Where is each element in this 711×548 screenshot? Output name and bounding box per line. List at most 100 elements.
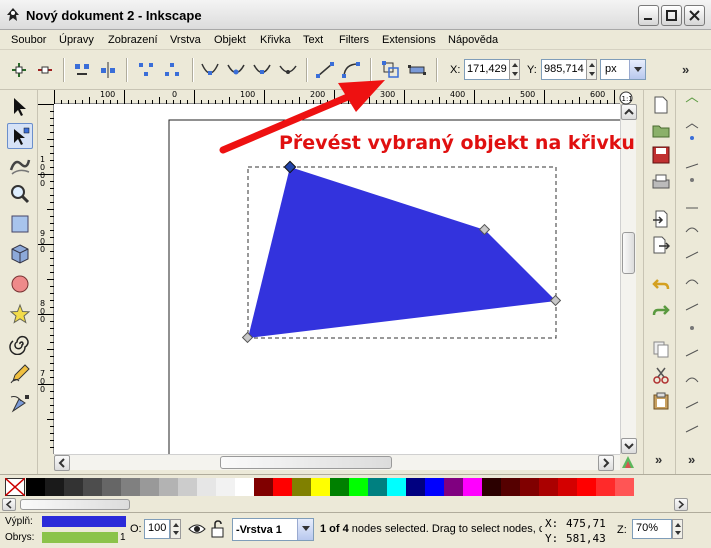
color-swatch[interactable] [539,478,558,496]
vertical-scroll-thumb[interactable] [622,232,635,274]
print-icon[interactable] [652,173,670,191]
menu-filters[interactable]: Filters [339,34,369,46]
color-swatch[interactable] [292,478,311,496]
color-swatch[interactable] [121,478,140,496]
open-folder-icon[interactable] [652,121,670,139]
color-swatch[interactable] [615,478,634,496]
zoom-1-1-icon[interactable]: 1:1 [619,91,635,105]
color-swatch[interactable] [83,478,102,496]
menu-text[interactable]: Text [303,34,323,46]
color-swatch[interactable] [425,478,444,496]
segment-to-line-icon[interactable] [315,60,335,80]
color-swatch[interactable] [501,478,520,496]
menu-extensions[interactable]: Extensions [382,34,436,46]
new-document-icon[interactable] [652,96,670,114]
ellipse-tool[interactable] [7,271,33,297]
zoom-input[interactable]: 70% [632,519,672,539]
color-swatch[interactable] [406,478,425,496]
layer-select[interactable]: -Vrstva 1 [232,518,314,541]
color-swatch[interactable] [463,478,482,496]
horizontal-ruler[interactable]: 100 0 100 200 300 400 500 600 [54,90,620,104]
minimize-button[interactable] [638,5,659,26]
color-swatch[interactable] [26,478,45,496]
drawing-canvas[interactable] [54,104,620,454]
eye-icon[interactable] [188,521,206,537]
color-swatch[interactable] [311,478,330,496]
menu-napoveda[interactable]: Nápověda [448,34,498,46]
smooth-node-icon[interactable] [226,60,246,80]
stroke-width-value[interactable]: 1 [120,532,126,543]
symmetric-node-icon[interactable] [252,60,272,80]
save-icon[interactable] [652,146,670,164]
scroll-up-button[interactable] [621,104,637,120]
y-coordinate-input[interactable]: 985,714 [541,59,587,80]
color-swatch[interactable] [444,478,463,496]
color-swatch[interactable] [273,478,292,496]
color-swatch[interactable] [140,478,159,496]
palette-scrollbar[interactable] [0,498,711,512]
color-swatch[interactable] [330,478,349,496]
palette-scroll-thumb[interactable] [20,499,130,510]
color-swatch[interactable] [596,478,615,496]
cusp-node-icon[interactable] [200,60,220,80]
3d-box-tool[interactable] [7,241,33,267]
color-swatch[interactable] [558,478,577,496]
auto-smooth-node-icon[interactable] [278,60,298,80]
x-coordinate-input[interactable]: 171,429 [464,59,510,80]
maximize-button[interactable] [661,5,682,26]
delete-segment-icon[interactable] [162,60,182,80]
color-swatch[interactable] [387,478,406,496]
snap-overflow-button[interactable]: » [688,452,695,467]
star-tool[interactable] [7,301,33,327]
color-swatch[interactable] [178,478,197,496]
color-swatch[interactable] [197,478,216,496]
color-swatch[interactable] [254,478,273,496]
scroll-right-button[interactable] [598,455,614,471]
spiral-tool[interactable] [7,331,33,357]
menu-vrstva[interactable]: Vrstva [170,34,201,46]
color-swatch[interactable] [577,478,596,496]
stroke-to-path-icon[interactable] [407,60,427,80]
copy-icon[interactable] [652,340,670,358]
polygon-shape[interactable] [248,167,556,338]
menu-soubor[interactable]: Soubor [11,34,46,46]
palette-scroll-right[interactable] [674,498,688,511]
menu-krivka[interactable]: Křivka [260,34,291,46]
break-path-icon[interactable] [98,60,118,80]
import-icon[interactable] [652,210,670,228]
color-swatch[interactable] [102,478,121,496]
zoom-tool[interactable] [7,181,33,207]
opacity-input[interactable]: 100 [144,519,170,539]
redo-icon[interactable] [652,302,670,320]
color-swatch[interactable] [482,478,501,496]
x-spinner[interactable] [509,59,520,80]
export-icon[interactable] [652,236,670,254]
scroll-down-button[interactable] [621,438,637,454]
color-swatch[interactable] [159,478,178,496]
color-swatch[interactable] [368,478,387,496]
fill-indicator[interactable] [42,516,126,527]
commands-overflow-button[interactable]: » [655,452,662,467]
color-swatch[interactable] [64,478,83,496]
menu-upravy[interactable]: Úpravy [59,34,94,46]
color-swatch[interactable] [520,478,539,496]
object-to-path-icon[interactable] [381,60,401,80]
cut-icon[interactable] [652,366,670,384]
opacity-spinner[interactable] [170,519,181,539]
menu-zobrazeni[interactable]: Zobrazení [108,34,158,46]
color-swatch[interactable] [45,478,64,496]
y-spinner[interactable] [586,59,597,80]
unlock-icon[interactable] [210,520,226,538]
no-paint-swatch[interactable] [5,478,25,496]
horizontal-scrollbar[interactable] [54,454,620,471]
menu-objekt[interactable]: Objekt [214,34,246,46]
color-swatch[interactable] [349,478,368,496]
unit-select[interactable]: px [600,59,646,80]
close-button[interactable] [684,5,705,26]
paste-icon[interactable] [652,392,670,410]
horizontal-scroll-thumb[interactable] [220,456,392,469]
stroke-indicator[interactable] [42,532,118,543]
segment-to-curve-icon[interactable] [341,60,361,80]
tweak-tool[interactable] [7,152,33,178]
scroll-left-button[interactable] [54,455,70,471]
